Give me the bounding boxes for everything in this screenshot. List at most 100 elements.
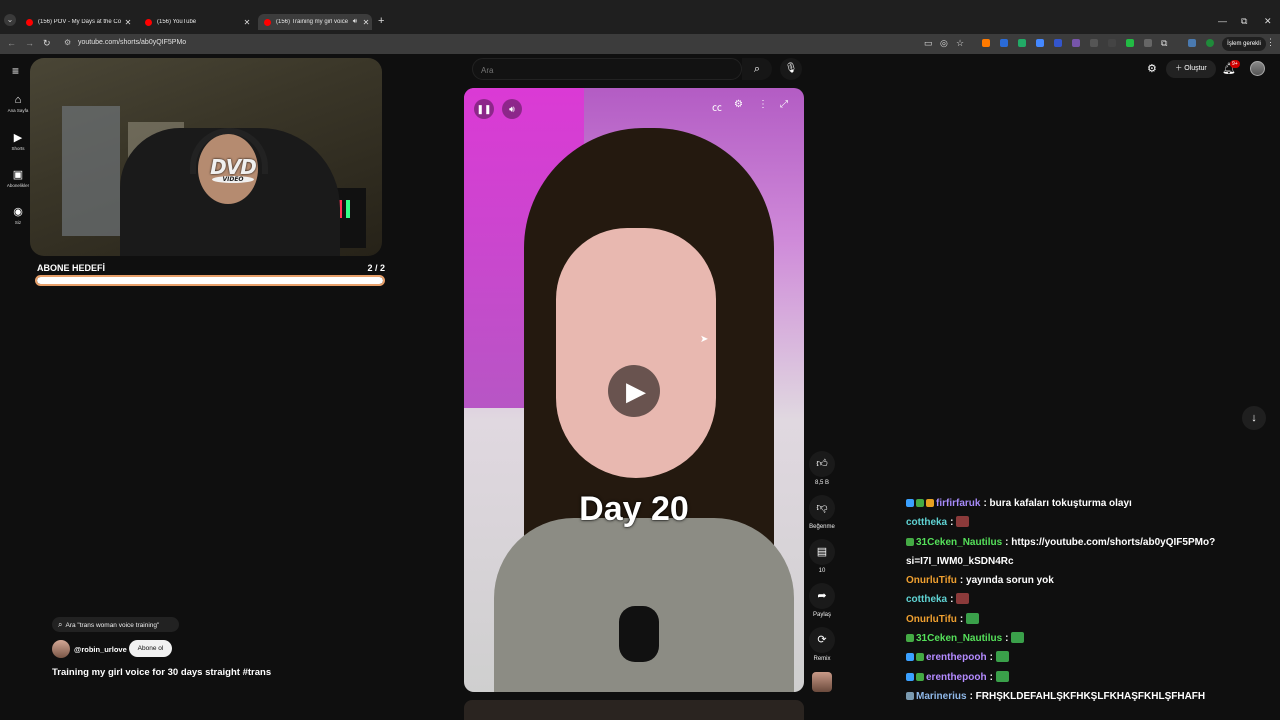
chat-username: erenthepooh — [926, 671, 987, 683]
share-label: Paylaş — [812, 612, 831, 618]
fullscreen-icon[interactable]: ⤢ — [780, 99, 788, 110]
more-options-icon[interactable]: ⋮ — [758, 99, 768, 110]
browser-menu-icon[interactable]: ⋮ — [1266, 37, 1275, 48]
extension-icon[interactable] — [1054, 39, 1062, 47]
chat-message: erenthepooh: — [906, 668, 1246, 687]
search-button[interactable]: ⌕ — [742, 58, 772, 80]
like-button[interactable]: 👍︎ 8,5 B — [808, 451, 836, 486]
extension-icon[interactable] — [1188, 39, 1196, 47]
related-search-chip[interactable]: ⌕ Ara "trans woman voice training" — [52, 617, 179, 632]
browser-tab-1[interactable]: (156) POV - My Days at the Co ✕ — [20, 14, 134, 30]
chat-text: : yayında sorun yok — [959, 575, 1054, 587]
chat-badge-icon — [906, 499, 914, 507]
channel-name[interactable]: @robin_urlove — [74, 645, 127, 654]
chat-emote-icon — [956, 593, 970, 605]
shorts-video-player[interactable]: ❚❚ 🔊︎ ㏄ ⚙︎ ⋮ ⤢ ▶ Day 20 — [464, 88, 804, 692]
sound-channel-thumbnail[interactable] — [812, 672, 832, 692]
hamburger-menu-icon[interactable]: ≡ — [12, 64, 19, 78]
create-button[interactable]: ＋ Oluştur — [1166, 60, 1216, 78]
pause-icon: ❚❚ — [476, 104, 492, 114]
chat-username: 31Ceken_Nautilus — [916, 633, 1003, 645]
extension-icon[interactable] — [982, 39, 990, 47]
speaker-icon[interactable]: 🔊︎ — [350, 18, 360, 26]
video-title: Training my girl voice for 30 days strai… — [52, 667, 272, 678]
new-tab-button[interactable]: + — [378, 15, 384, 27]
dvd-logo-text: DVD — [210, 155, 257, 179]
remix-icon: ⟳ — [809, 627, 835, 653]
webcam-background — [62, 106, 120, 236]
chat-username: OnurluTifu — [906, 575, 957, 587]
window-close-icon[interactable]: ✕ — [1264, 16, 1272, 27]
pause-button[interactable]: ❚❚ — [474, 99, 494, 119]
chat-badge-icon — [906, 691, 914, 700]
subscribe-button[interactable]: Abone ol — [129, 640, 172, 657]
extension-icon[interactable] — [1090, 39, 1098, 47]
next-short-preview[interactable] — [464, 700, 804, 720]
tab-title: (156) YouTube — [157, 19, 197, 25]
minimize-icon[interactable]: — — [1218, 16, 1227, 26]
thumbs-down-icon: 👎︎ — [809, 495, 835, 521]
extension-icon[interactable] — [1018, 39, 1026, 47]
next-video-button[interactable]: ↓ — [1242, 406, 1266, 430]
profile-button[interactable]: İşlem gerekli — [1222, 37, 1266, 51]
volume-button[interactable]: 🔊︎ — [502, 99, 522, 119]
extension-icon[interactable] — [1206, 39, 1214, 47]
eye-off-icon[interactable]: ◎ — [940, 38, 948, 49]
tab-close-icon[interactable]: ✕ — [360, 18, 372, 27]
extension-icon[interactable] — [1144, 39, 1152, 47]
dvd-logo: DVD VIDEO — [202, 155, 264, 186]
play-button[interactable]: ▶ — [608, 365, 660, 417]
search-input[interactable] — [481, 63, 731, 77]
settings-gear-icon[interactable]: ⚙︎ — [1147, 62, 1157, 75]
tab-close-icon[interactable]: ✕ — [241, 18, 253, 27]
video-caption: Day 20 — [579, 490, 689, 528]
extension-icon[interactable] — [1036, 39, 1044, 47]
chat-message: erenthepooh: — [906, 648, 1246, 667]
back-icon[interactable]: ← — [7, 38, 16, 48]
reload-icon[interactable]: ↻ — [43, 38, 51, 49]
tab-close-icon[interactable]: ✕ — [122, 18, 134, 27]
account-avatar[interactable] — [1250, 61, 1265, 76]
site-info-icon[interactable]: ⚙︎ — [64, 38, 71, 47]
address-bar[interactable]: ⚙︎ youtube.com/shorts/ab0yQIF5PMo — [58, 37, 918, 51]
browser-tab-2[interactable]: (156) YouTube ✕ — [139, 14, 253, 30]
browser-toolbar: ← → ↻ ⚙︎ youtube.com/shorts/ab0yQIF5PMo … — [0, 34, 1280, 54]
voice-search-button[interactable]: 🎙︎ — [780, 58, 802, 80]
search-box[interactable] — [472, 58, 742, 80]
remix-button[interactable]: ⟳ Remix — [808, 627, 836, 662]
remix-label: Remix — [813, 656, 831, 662]
tab-search-button[interactable]: ⌄ — [4, 14, 16, 26]
chat-badge-icon — [906, 653, 914, 662]
subscriber-goal-fill — [37, 277, 383, 284]
browser-tab-3[interactable]: (156) Training my girl voice 🔊︎ ✕ — [258, 14, 372, 30]
microphone-icon: 🎙︎ — [784, 63, 798, 74]
plus-icon: ＋ — [1175, 65, 1183, 72]
extension-icon[interactable] — [1108, 39, 1116, 47]
forward-icon[interactable]: → — [25, 38, 34, 48]
dislike-button[interactable]: 👎︎ Beğenme — [808, 495, 836, 530]
extension-icon[interactable] — [1000, 39, 1008, 47]
url-text[interactable]: youtube.com/shorts/ab0yQIF5PMo — [78, 39, 186, 46]
thumbs-up-icon: 👍︎ — [809, 451, 835, 477]
chat-message: Marinerius: FRHŞKLDEFAHLŞKFHKŞLFKHAŞFKHL… — [906, 687, 1246, 706]
extension-icon[interactable] — [1072, 39, 1080, 47]
chat-message: OnurluTifu: — [906, 610, 1246, 629]
extensions-puzzle-icon[interactable]: ⧉ — [1161, 38, 1167, 49]
restore-icon[interactable]: ⧉ — [1241, 16, 1247, 27]
channel-avatar[interactable] — [52, 640, 70, 658]
play-icon: ▶ — [626, 376, 646, 406]
captions-icon[interactable]: ㏄ — [712, 99, 722, 114]
extension-icon[interactable] — [1126, 39, 1134, 47]
settings-gear-icon[interactable]: ⚙︎ — [734, 99, 743, 110]
bookmark-star-icon[interactable]: ☆ — [956, 38, 964, 49]
share-button[interactable]: ➦ Paylaş — [808, 583, 836, 618]
youtube-favicon-icon — [264, 18, 271, 26]
comments-button[interactable]: ▤ 10 — [808, 539, 836, 574]
chat-text: : FRHŞKLDEFAHLŞKFHKŞLFKHAŞFKHLŞFHAFH — [969, 690, 1206, 702]
chat-username: 31Ceken_Nautilus — [916, 536, 1003, 548]
chat-message: 31Ceken_Nautilus: https://youtube.com/sh… — [906, 533, 1246, 572]
subscriber-goal-bar — [35, 275, 385, 286]
video-frame — [619, 606, 659, 662]
cast-icon[interactable]: ▭ — [924, 38, 933, 49]
browser-tab-bar: ⌄ (156) POV - My Days at the Co ✕ (156) … — [0, 0, 1280, 34]
